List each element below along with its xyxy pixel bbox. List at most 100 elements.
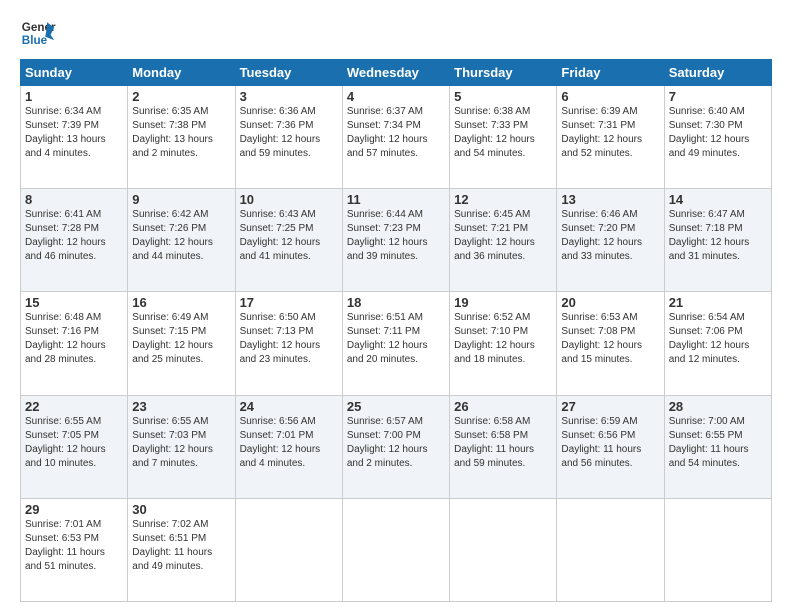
- column-header-sunday: Sunday: [21, 60, 128, 86]
- day-cell: [450, 498, 557, 601]
- day-number: 11: [347, 192, 445, 207]
- column-header-wednesday: Wednesday: [342, 60, 449, 86]
- day-number: 24: [240, 399, 338, 414]
- day-cell: 13Sunrise: 6:46 AM Sunset: 7:20 PM Dayli…: [557, 189, 664, 292]
- day-number: 20: [561, 295, 659, 310]
- day-cell: 14Sunrise: 6:47 AM Sunset: 7:18 PM Dayli…: [664, 189, 771, 292]
- day-cell: 6Sunrise: 6:39 AM Sunset: 7:31 PM Daylig…: [557, 86, 664, 189]
- day-number: 28: [669, 399, 767, 414]
- day-cell: 23Sunrise: 6:55 AM Sunset: 7:03 PM Dayli…: [128, 395, 235, 498]
- day-number: 22: [25, 399, 123, 414]
- day-cell: 2Sunrise: 6:35 AM Sunset: 7:38 PM Daylig…: [128, 86, 235, 189]
- column-header-thursday: Thursday: [450, 60, 557, 86]
- day-cell: 10Sunrise: 6:43 AM Sunset: 7:25 PM Dayli…: [235, 189, 342, 292]
- day-number: 19: [454, 295, 552, 310]
- calendar-table: SundayMondayTuesdayWednesdayThursdayFrid…: [20, 59, 772, 602]
- day-number: 17: [240, 295, 338, 310]
- day-number: 2: [132, 89, 230, 104]
- day-cell: 27Sunrise: 6:59 AM Sunset: 6:56 PM Dayli…: [557, 395, 664, 498]
- day-info: Sunrise: 6:38 AM Sunset: 7:33 PM Dayligh…: [454, 105, 552, 161]
- svg-text:Blue: Blue: [22, 34, 48, 47]
- day-info: Sunrise: 6:58 AM Sunset: 6:58 PM Dayligh…: [454, 415, 552, 471]
- day-info: Sunrise: 6:50 AM Sunset: 7:13 PM Dayligh…: [240, 311, 338, 367]
- day-number: 8: [25, 192, 123, 207]
- day-info: Sunrise: 6:44 AM Sunset: 7:23 PM Dayligh…: [347, 208, 445, 264]
- day-cell: 9Sunrise: 6:42 AM Sunset: 7:26 PM Daylig…: [128, 189, 235, 292]
- day-cell: [664, 498, 771, 601]
- day-number: 10: [240, 192, 338, 207]
- day-cell: 1Sunrise: 6:34 AM Sunset: 7:39 PM Daylig…: [21, 86, 128, 189]
- day-cell: 22Sunrise: 6:55 AM Sunset: 7:05 PM Dayli…: [21, 395, 128, 498]
- day-info: Sunrise: 6:47 AM Sunset: 7:18 PM Dayligh…: [669, 208, 767, 264]
- day-number: 26: [454, 399, 552, 414]
- day-cell: 24Sunrise: 6:56 AM Sunset: 7:01 PM Dayli…: [235, 395, 342, 498]
- day-number: 12: [454, 192, 552, 207]
- day-info: Sunrise: 6:43 AM Sunset: 7:25 PM Dayligh…: [240, 208, 338, 264]
- day-info: Sunrise: 6:56 AM Sunset: 7:01 PM Dayligh…: [240, 415, 338, 471]
- day-info: Sunrise: 6:55 AM Sunset: 7:03 PM Dayligh…: [132, 415, 230, 471]
- day-cell: 12Sunrise: 6:45 AM Sunset: 7:21 PM Dayli…: [450, 189, 557, 292]
- day-number: 4: [347, 89, 445, 104]
- day-info: Sunrise: 6:37 AM Sunset: 7:34 PM Dayligh…: [347, 105, 445, 161]
- day-number: 1: [25, 89, 123, 104]
- day-info: Sunrise: 6:54 AM Sunset: 7:06 PM Dayligh…: [669, 311, 767, 367]
- calendar-page: General Blue SundayMondayTuesdayWednesda…: [0, 0, 792, 612]
- week-row-4: 22Sunrise: 6:55 AM Sunset: 7:05 PM Dayli…: [21, 395, 772, 498]
- column-header-saturday: Saturday: [664, 60, 771, 86]
- day-number: 27: [561, 399, 659, 414]
- day-info: Sunrise: 7:01 AM Sunset: 6:53 PM Dayligh…: [25, 518, 123, 574]
- day-info: Sunrise: 6:40 AM Sunset: 7:30 PM Dayligh…: [669, 105, 767, 161]
- day-cell: 7Sunrise: 6:40 AM Sunset: 7:30 PM Daylig…: [664, 86, 771, 189]
- day-info: Sunrise: 6:41 AM Sunset: 7:28 PM Dayligh…: [25, 208, 123, 264]
- day-number: 6: [561, 89, 659, 104]
- week-row-5: 29Sunrise: 7:01 AM Sunset: 6:53 PM Dayli…: [21, 498, 772, 601]
- week-row-1: 1Sunrise: 6:34 AM Sunset: 7:39 PM Daylig…: [21, 86, 772, 189]
- logo: General Blue: [20, 15, 56, 51]
- day-info: Sunrise: 7:02 AM Sunset: 6:51 PM Dayligh…: [132, 518, 230, 574]
- day-cell: 16Sunrise: 6:49 AM Sunset: 7:15 PM Dayli…: [128, 292, 235, 395]
- week-row-2: 8Sunrise: 6:41 AM Sunset: 7:28 PM Daylig…: [21, 189, 772, 292]
- day-number: 29: [25, 502, 123, 517]
- day-cell: 3Sunrise: 6:36 AM Sunset: 7:36 PM Daylig…: [235, 86, 342, 189]
- day-cell: 11Sunrise: 6:44 AM Sunset: 7:23 PM Dayli…: [342, 189, 449, 292]
- day-info: Sunrise: 6:51 AM Sunset: 7:11 PM Dayligh…: [347, 311, 445, 367]
- day-info: Sunrise: 7:00 AM Sunset: 6:55 PM Dayligh…: [669, 415, 767, 471]
- day-info: Sunrise: 6:59 AM Sunset: 6:56 PM Dayligh…: [561, 415, 659, 471]
- day-info: Sunrise: 6:35 AM Sunset: 7:38 PM Dayligh…: [132, 105, 230, 161]
- header: General Blue: [20, 15, 772, 51]
- day-cell: 19Sunrise: 6:52 AM Sunset: 7:10 PM Dayli…: [450, 292, 557, 395]
- day-cell: 25Sunrise: 6:57 AM Sunset: 7:00 PM Dayli…: [342, 395, 449, 498]
- day-cell: 29Sunrise: 7:01 AM Sunset: 6:53 PM Dayli…: [21, 498, 128, 601]
- day-number: 16: [132, 295, 230, 310]
- header-row: SundayMondayTuesdayWednesdayThursdayFrid…: [21, 60, 772, 86]
- day-info: Sunrise: 6:39 AM Sunset: 7:31 PM Dayligh…: [561, 105, 659, 161]
- day-number: 15: [25, 295, 123, 310]
- day-cell: 4Sunrise: 6:37 AM Sunset: 7:34 PM Daylig…: [342, 86, 449, 189]
- day-info: Sunrise: 6:48 AM Sunset: 7:16 PM Dayligh…: [25, 311, 123, 367]
- day-number: 30: [132, 502, 230, 517]
- day-number: 7: [669, 89, 767, 104]
- day-cell: 21Sunrise: 6:54 AM Sunset: 7:06 PM Dayli…: [664, 292, 771, 395]
- day-cell: 15Sunrise: 6:48 AM Sunset: 7:16 PM Dayli…: [21, 292, 128, 395]
- day-cell: 30Sunrise: 7:02 AM Sunset: 6:51 PM Dayli…: [128, 498, 235, 601]
- day-number: 13: [561, 192, 659, 207]
- column-header-tuesday: Tuesday: [235, 60, 342, 86]
- day-number: 14: [669, 192, 767, 207]
- day-info: Sunrise: 6:46 AM Sunset: 7:20 PM Dayligh…: [561, 208, 659, 264]
- day-info: Sunrise: 6:53 AM Sunset: 7:08 PM Dayligh…: [561, 311, 659, 367]
- day-info: Sunrise: 6:42 AM Sunset: 7:26 PM Dayligh…: [132, 208, 230, 264]
- day-info: Sunrise: 6:57 AM Sunset: 7:00 PM Dayligh…: [347, 415, 445, 471]
- day-number: 21: [669, 295, 767, 310]
- column-header-friday: Friday: [557, 60, 664, 86]
- logo-icon: General Blue: [20, 15, 56, 51]
- week-row-3: 15Sunrise: 6:48 AM Sunset: 7:16 PM Dayli…: [21, 292, 772, 395]
- day-cell: 26Sunrise: 6:58 AM Sunset: 6:58 PM Dayli…: [450, 395, 557, 498]
- day-info: Sunrise: 6:49 AM Sunset: 7:15 PM Dayligh…: [132, 311, 230, 367]
- day-number: 25: [347, 399, 445, 414]
- day-cell: [235, 498, 342, 601]
- day-info: Sunrise: 6:52 AM Sunset: 7:10 PM Dayligh…: [454, 311, 552, 367]
- day-number: 3: [240, 89, 338, 104]
- day-number: 18: [347, 295, 445, 310]
- day-info: Sunrise: 6:55 AM Sunset: 7:05 PM Dayligh…: [25, 415, 123, 471]
- day-number: 23: [132, 399, 230, 414]
